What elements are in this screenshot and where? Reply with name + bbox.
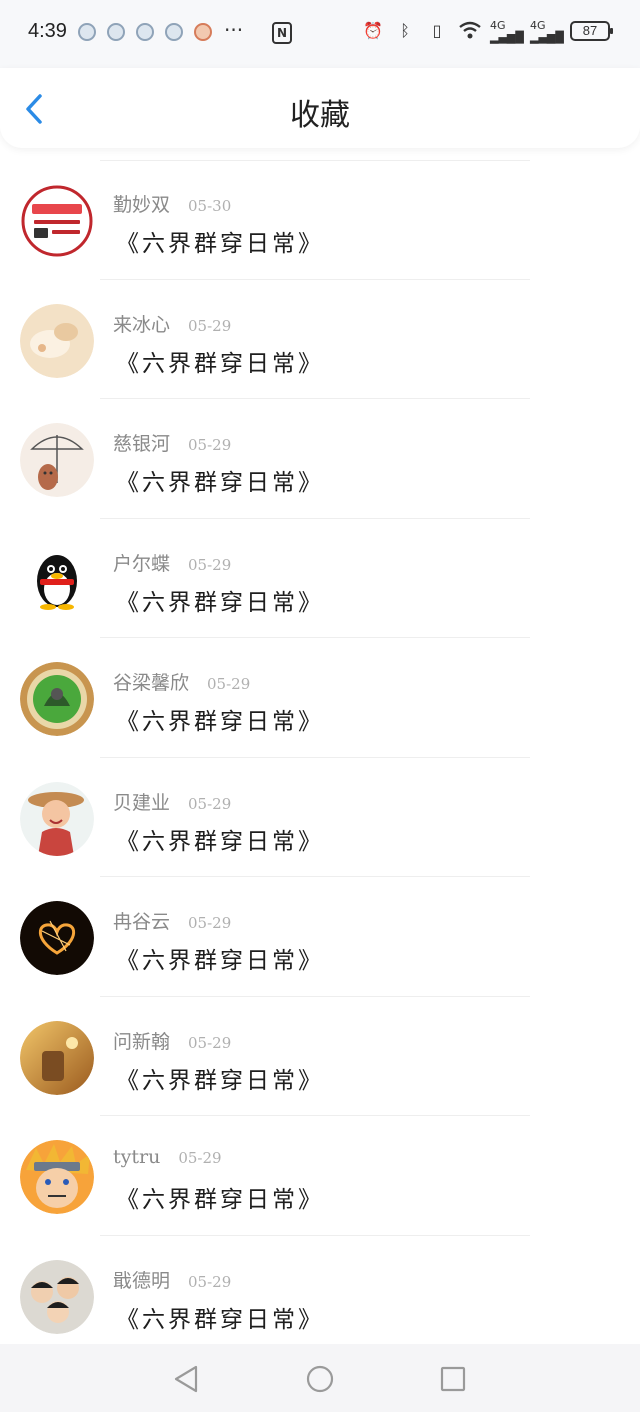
item-meta: 户尔蝶 05-29: [113, 549, 231, 576]
item-meta: tytru 05-29: [113, 1146, 222, 1168]
book-title[interactable]: 《六界群穿日常》: [116, 1180, 324, 1214]
app-notification-icon: [136, 23, 154, 41]
app-notification-icon: [194, 23, 212, 41]
item-date: 05-29: [188, 1272, 232, 1291]
user-name[interactable]: 勤妙双: [113, 190, 170, 217]
item-date: 05-29: [188, 316, 232, 335]
user-name[interactable]: tytru: [113, 1146, 160, 1168]
user-name[interactable]: 戢德明: [113, 1266, 170, 1293]
badge-avatar[interactable]: [20, 662, 94, 736]
item-date: 05-29: [207, 675, 251, 693]
book-title[interactable]: 《六界群穿日常》: [116, 702, 324, 736]
item-meta: 戢德明 05-29: [113, 1266, 231, 1293]
list-item[interactable]: 来冰心 05-29 《六界群穿日常》: [0, 280, 640, 399]
system-status-icons: ⏰ ᛒ ▯ 4G ▂▄▆█ 4G ▂▄▆█ 87: [362, 19, 613, 44]
list-item[interactable]: 贝建业 05-29 《六界群穿日常》: [0, 758, 640, 877]
list-item[interactable]: 慈银河 05-29 《六界群穿日常》: [0, 399, 640, 519]
signal-icon: 4G ▂▄▆█: [490, 19, 524, 44]
sparkler-heart-avatar[interactable]: [20, 901, 94, 975]
user-name[interactable]: 慈银河: [113, 429, 170, 456]
status-time: 4:39: [28, 20, 67, 42]
triangle-back-icon: [174, 1365, 198, 1393]
nav-recents-button[interactable]: [437, 1364, 469, 1394]
user-name[interactable]: 谷梁馨欣: [113, 668, 189, 695]
user-name[interactable]: 冉谷云: [113, 907, 170, 934]
item-date: 05-29: [178, 1149, 222, 1167]
status-bar: 4:39 ··· N ⏰ ᛒ ▯ 4G ▂▄▆█ 4G ▂▄▆█ 87: [0, 0, 640, 68]
umbrella-avatar[interactable]: [20, 423, 94, 497]
list-item[interactable]: 问新翰 05-29 《六界群穿日常》: [0, 997, 640, 1116]
vibrate-icon: ▯: [432, 21, 442, 40]
favorites-list: 勤妙双 05-30 《六界群穿日常》 来冰心 05-29 《六界群穿日常》 慈银…: [0, 160, 640, 1355]
list-item[interactable]: tytru 05-29 《六界群穿日常》: [0, 1116, 640, 1236]
more-notifications-icon: ···: [224, 18, 244, 42]
list-item[interactable]: 冉谷云 05-29 《六界群穿日常》: [0, 877, 640, 997]
qq-notification-icon: [165, 23, 183, 41]
item-meta: 谷梁馨欣 05-29: [113, 668, 250, 695]
book-title[interactable]: 《六界群穿日常》: [116, 344, 324, 378]
book-title[interactable]: 《六界群穿日常》: [116, 463, 324, 497]
nfc-icon: N: [272, 22, 292, 44]
girl-avatar[interactable]: [20, 781, 94, 856]
user-name[interactable]: 贝建业: [113, 788, 170, 815]
cream-avatar[interactable]: [20, 303, 94, 378]
book-title[interactable]: 《六界群穿日常》: [116, 224, 324, 258]
signal-icon: 4G ▂▄▆█: [530, 19, 564, 44]
user-name[interactable]: 来冰心: [113, 310, 170, 337]
book-title[interactable]: 《六界群穿日常》: [116, 583, 324, 617]
circle-home-icon: [306, 1365, 334, 1393]
app-notification-icon: [107, 23, 125, 41]
list-item[interactable]: 谷梁馨欣 05-29 《六界群穿日常》: [0, 638, 640, 758]
book-title[interactable]: 《六界群穿日常》: [116, 822, 324, 856]
banner-avatar[interactable]: [20, 184, 94, 258]
list-item[interactable]: 戢德明 05-29 《六界群穿日常》: [0, 1236, 640, 1356]
item-meta: 贝建业 05-29: [113, 788, 231, 815]
item-meta: 慈银河 05-29: [113, 429, 231, 456]
item-date: 05-29: [188, 914, 232, 932]
app-notification-icon: [78, 23, 96, 41]
list-item[interactable]: 勤妙双 05-30 《六界群穿日常》: [0, 160, 640, 280]
item-meta: 勤妙双 05-30: [113, 190, 231, 217]
book-title[interactable]: 《六界群穿日常》: [116, 1300, 324, 1334]
network-type-label: 4G: [530, 19, 546, 32]
page-title: 收藏: [290, 98, 350, 133]
book-title[interactable]: 《六界群穿日常》: [116, 941, 324, 975]
item-date: 05-29: [188, 794, 232, 813]
battery-icon: 87: [570, 21, 613, 41]
user-name[interactable]: 户尔蝶: [113, 549, 170, 576]
nav-back-button[interactable]: [170, 1364, 202, 1394]
friends-avatar[interactable]: [20, 1259, 94, 1334]
nav-home-button[interactable]: [304, 1364, 336, 1394]
anime-avatar[interactable]: [20, 1140, 94, 1214]
user-name[interactable]: 问新翰: [113, 1027, 170, 1054]
square-recents-icon: [440, 1366, 466, 1392]
bluetooth-icon: ᛒ: [400, 21, 410, 40]
system-navigation-bar: [0, 1344, 640, 1412]
item-meta: 来冰心 05-29: [113, 310, 231, 337]
network-type-label: 4G: [490, 19, 506, 32]
book-title[interactable]: 《六界群穿日常》: [116, 1061, 324, 1095]
item-date: 05-29: [188, 436, 232, 454]
item-date: 05-29: [188, 555, 232, 574]
item-meta: 冉谷云 05-29: [113, 907, 231, 934]
autumn-avatar[interactable]: [20, 1020, 94, 1095]
penguin-avatar[interactable]: [20, 542, 94, 617]
item-meta: 问新翰 05-29: [113, 1027, 231, 1054]
app-header: 收藏: [0, 68, 640, 148]
alarm-icon: ⏰: [363, 21, 383, 40]
wifi-icon: [458, 20, 481, 42]
item-date: 05-29: [188, 1033, 232, 1052]
item-date: 05-30: [188, 197, 232, 215]
list-item[interactable]: 户尔蝶 05-29 《六界群穿日常》: [0, 519, 640, 638]
